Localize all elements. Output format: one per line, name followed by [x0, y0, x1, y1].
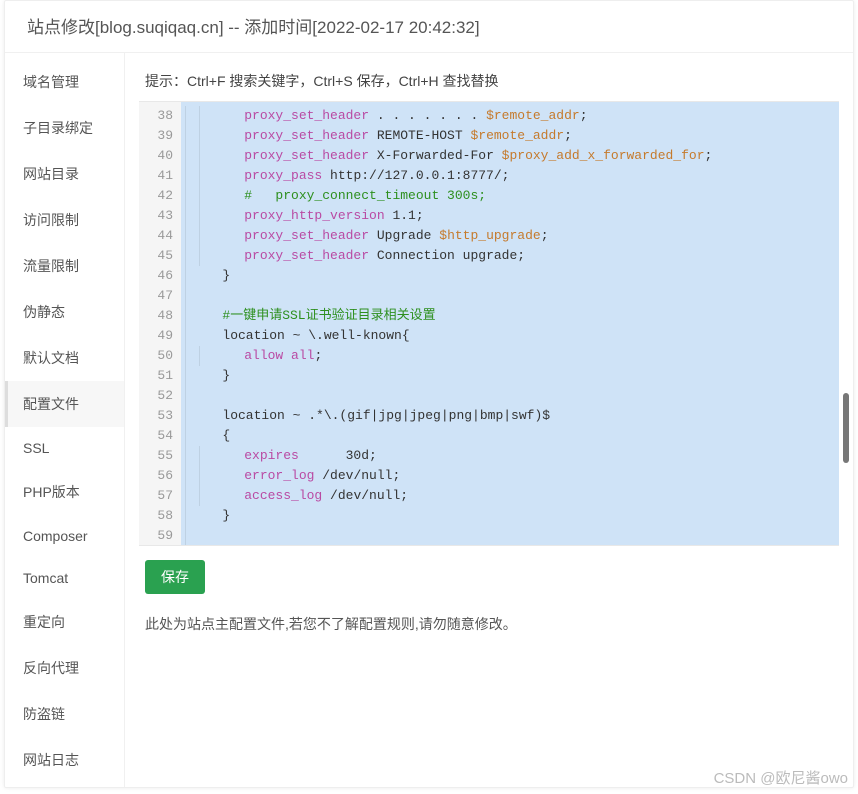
line-number: 55 [139, 446, 173, 466]
line-number: 42 [139, 186, 173, 206]
sidebar-item-2[interactable]: 网站目录 [5, 151, 124, 197]
sidebar-item-1[interactable]: 子目录绑定 [5, 105, 124, 151]
line-number: 57 [139, 486, 173, 506]
sidebar-item-4[interactable]: 流量限制 [5, 243, 124, 289]
code-line[interactable]: proxy_set_header . . . . . . . $remote_a… [185, 106, 839, 126]
sidebar-item-13[interactable]: 反向代理 [5, 645, 124, 691]
line-number: 52 [139, 386, 173, 406]
line-number: 58 [139, 506, 173, 526]
code-line[interactable] [185, 286, 839, 306]
line-number: 56 [139, 466, 173, 486]
line-number: 53 [139, 406, 173, 426]
code-line[interactable]: location ~ \.well-known{ [185, 326, 839, 346]
code-line[interactable] [185, 526, 839, 545]
code-line[interactable]: } [185, 366, 839, 386]
site-config-panel: 站点修改[blog.suqiqaq.cn] -- 添加时间[2022-02-17… [4, 0, 854, 788]
code-line[interactable]: location ~ .*\.(gif|jpg|jpeg|png|bmp|swf… [185, 406, 839, 426]
line-number: 43 [139, 206, 173, 226]
line-number: 38 [139, 106, 173, 126]
line-number: 39 [139, 126, 173, 146]
editor-actions: 保存 [125, 546, 853, 594]
code-line[interactable] [185, 386, 839, 406]
panel-title: 站点修改[blog.suqiqaq.cn] -- 添加时间[2022-02-17… [5, 1, 853, 53]
code-line[interactable]: proxy_set_header REMOTE-HOST $remote_add… [185, 126, 839, 146]
line-number: 54 [139, 426, 173, 446]
line-number: 59 [139, 526, 173, 546]
code-line[interactable]: error_log /dev/null; [185, 466, 839, 486]
editor-gutter: 3839404142434445464748495051525354555657… [139, 102, 181, 545]
line-number: 47 [139, 286, 173, 306]
main-content: 提示：Ctrl+F 搜索关键字，Ctrl+S 保存，Ctrl+H 查找替换 38… [125, 53, 853, 787]
line-number: 40 [139, 146, 173, 166]
sidebar-item-9[interactable]: PHP版本 [5, 469, 124, 515]
sidebar-item-15[interactable]: 网站日志 [5, 737, 124, 783]
line-number: 48 [139, 306, 173, 326]
sidebar-item-10[interactable]: Composer [5, 515, 124, 557]
editor-hint: 提示：Ctrl+F 搜索关键字，Ctrl+S 保存，Ctrl+H 查找替换 [125, 63, 853, 101]
sidebar-nav: 域名管理子目录绑定网站目录访问限制流量限制伪静态默认文档配置文件SSLPHP版本… [5, 53, 125, 787]
code-line[interactable]: expires 30d; [185, 446, 839, 466]
sidebar-item-0[interactable]: 域名管理 [5, 59, 124, 105]
save-button[interactable]: 保存 [145, 560, 205, 594]
code-line[interactable]: # proxy_connect_timeout 300s; [185, 186, 839, 206]
line-number: 49 [139, 326, 173, 346]
code-line[interactable]: proxy_set_header Upgrade $http_upgrade; [185, 226, 839, 246]
line-number: 44 [139, 226, 173, 246]
code-line[interactable]: { [185, 426, 839, 446]
sidebar-item-5[interactable]: 伪静态 [5, 289, 124, 335]
line-number: 46 [139, 266, 173, 286]
code-line[interactable]: access_log /dev/null; [185, 486, 839, 506]
line-number: 45 [139, 246, 173, 266]
sidebar-item-11[interactable]: Tomcat [5, 557, 124, 599]
sidebar-item-6[interactable]: 默认文档 [5, 335, 124, 381]
scrollbar-track[interactable] [843, 118, 851, 532]
code-line[interactable]: proxy_set_header X-Forwarded-For $proxy_… [185, 146, 839, 166]
sidebar-item-3[interactable]: 访问限制 [5, 197, 124, 243]
sidebar-item-8[interactable]: SSL [5, 427, 124, 469]
code-line[interactable]: #一键申请SSL证书验证目录相关设置 [185, 306, 839, 326]
scrollbar-thumb[interactable] [843, 393, 849, 463]
line-number: 50 [139, 346, 173, 366]
code-line[interactable]: allow all; [185, 346, 839, 366]
code-line[interactable]: proxy_pass http://127.0.0.1:8777/; [185, 166, 839, 186]
sidebar-item-14[interactable]: 防盗链 [5, 691, 124, 737]
code-line[interactable]: proxy_set_header Connection upgrade; [185, 246, 839, 266]
sidebar-item-7[interactable]: 配置文件 [5, 381, 124, 427]
config-editor[interactable]: 3839404142434445464748495051525354555657… [139, 101, 839, 546]
config-note: 此处为站点主配置文件,若您不了解配置规则,请勿随意修改。 [125, 594, 853, 634]
code-line[interactable]: } [185, 506, 839, 526]
sidebar-item-12[interactable]: 重定向 [5, 599, 124, 645]
line-number: 41 [139, 166, 173, 186]
editor-code-area[interactable]: proxy_set_header . . . . . . . $remote_a… [181, 102, 839, 545]
line-number: 51 [139, 366, 173, 386]
code-line[interactable]: proxy_http_version 1.1; [185, 206, 839, 226]
panel-body: 域名管理子目录绑定网站目录访问限制流量限制伪静态默认文档配置文件SSLPHP版本… [5, 53, 853, 787]
code-line[interactable]: } [185, 266, 839, 286]
